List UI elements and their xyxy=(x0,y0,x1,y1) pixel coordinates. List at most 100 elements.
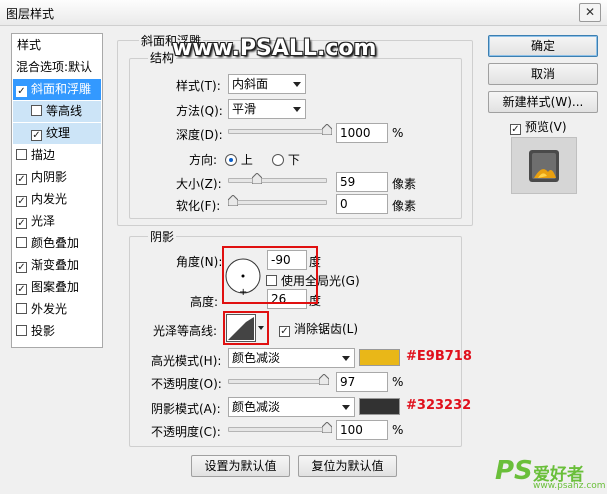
opacity1-slider[interactable] xyxy=(228,379,327,384)
direction-down-label: 下 xyxy=(287,153,300,167)
opacity1-slider-thumb[interactable] xyxy=(319,374,329,385)
preview-checkbox[interactable]: ✓ xyxy=(510,124,521,135)
highlight-color-swatch[interactable] xyxy=(359,349,400,366)
style-checkbox[interactable] xyxy=(16,303,27,314)
style-checkbox[interactable] xyxy=(31,105,42,116)
chevron-down-icon xyxy=(342,405,350,410)
style-list-item[interactable]: ✓ 内阴影 xyxy=(13,167,101,188)
size-input[interactable]: 59 xyxy=(336,172,388,192)
direction-up-label: 上 xyxy=(240,153,253,167)
size-label: 大小(Z): xyxy=(176,177,222,191)
style-list-item-label: 混合选项:默认 xyxy=(16,60,93,74)
preview-option[interactable]: ✓ 预览(V) xyxy=(510,118,567,135)
style-list-item[interactable]: 混合选项:默认 xyxy=(13,57,101,78)
window-title: 图层样式 xyxy=(6,7,55,21)
depth-slider[interactable] xyxy=(228,129,327,134)
reset-default-button[interactable]: 复位为默认值 xyxy=(298,455,397,477)
chevron-down-icon xyxy=(342,356,350,361)
anti-alias-checkbox[interactable]: ✓ xyxy=(279,326,290,337)
style-list-item-label: 投影 xyxy=(31,324,56,338)
opacity1-label: 不透明度(O): xyxy=(151,377,222,391)
style-list: 样式 混合选项:默认 ✓ 斜面和浮雕 等高线 ✓ 纹理 描边 ✓ 内阴影 ✓ 内发光 ✓ 光泽 颜色叠加 ✓… xyxy=(11,33,103,348)
style-list-item[interactable]: ✓ 光泽 xyxy=(13,211,101,232)
method-select[interactable]: 平滑 xyxy=(228,99,306,119)
new-style-button[interactable]: 新建样式(W)... xyxy=(488,91,598,113)
style-list-item[interactable]: 投影 xyxy=(13,321,101,342)
opacity1-input[interactable]: 97 xyxy=(336,372,388,392)
style-checkbox[interactable]: ✓ xyxy=(16,284,27,295)
style-checkbox[interactable]: ✓ xyxy=(16,262,27,273)
style-checkbox[interactable]: ✓ xyxy=(16,174,27,185)
depth-label: 深度(D): xyxy=(176,128,223,142)
soften-input[interactable]: 0 xyxy=(336,194,388,214)
style-checkbox[interactable]: ✓ xyxy=(16,218,27,229)
style-select[interactable]: 内斜面 xyxy=(228,74,306,94)
anti-alias-label: 消除锯齿(L) xyxy=(294,322,359,336)
style-list-item-label: 颜色叠加 xyxy=(31,236,80,250)
soften-unit: 像素 xyxy=(392,199,417,213)
opacity2-input[interactable]: 100 xyxy=(336,420,388,440)
style-list-item-label: 光泽 xyxy=(31,214,56,228)
style-checkbox[interactable]: ✓ xyxy=(31,130,42,141)
opacity1-unit: % xyxy=(392,375,404,389)
style-list-item[interactable]: ✓ 图案叠加 xyxy=(13,277,101,298)
radio-down[interactable] xyxy=(272,154,284,166)
preview-label: 预览(V) xyxy=(525,120,567,134)
soften-slider[interactable] xyxy=(228,200,327,205)
method-select-value: 平滑 xyxy=(232,102,257,116)
direction-down-option[interactable]: 下 xyxy=(272,151,300,168)
style-list-item[interactable]: ✓ 纹理 xyxy=(13,123,101,144)
shadow-color-swatch[interactable] xyxy=(359,398,400,415)
style-list-item[interactable]: ✓ 斜面和浮雕 xyxy=(13,79,101,100)
depth-input[interactable]: 1000 xyxy=(336,123,388,143)
preview-image xyxy=(512,138,576,193)
size-slider-thumb[interactable] xyxy=(252,173,262,184)
angle-label: 角度(N): xyxy=(176,255,223,269)
style-list-item-label: 图案叠加 xyxy=(31,280,80,294)
style-label: 样式(T): xyxy=(176,79,221,93)
style-list-item-label: 等高线 xyxy=(46,104,83,118)
style-list-item[interactable]: 外发光 xyxy=(13,299,101,320)
title-bar: 图层样式 ✕ xyxy=(0,0,607,26)
cancel-button[interactable]: 取消 xyxy=(488,63,598,85)
style-list-header[interactable]: 样式 xyxy=(13,35,101,56)
size-slider[interactable] xyxy=(228,178,327,183)
radio-up[interactable] xyxy=(225,154,237,166)
direction-up-option[interactable]: 上 xyxy=(225,151,253,168)
style-checkbox[interactable] xyxy=(16,237,27,248)
set-default-button[interactable]: 设置为默认值 xyxy=(191,455,290,477)
highlight-box-angle xyxy=(222,246,318,304)
watermark-text: www.PSALL.com xyxy=(172,36,377,61)
style-checkbox[interactable]: ✓ xyxy=(16,86,27,97)
anti-alias-option[interactable]: ✓ 消除锯齿(L) xyxy=(279,320,358,337)
logo-ps: PS xyxy=(495,456,533,486)
style-list-item-label: 描边 xyxy=(31,148,56,162)
highlight-hex: #E9B718 xyxy=(406,349,472,364)
gloss-contour-picker[interactable] xyxy=(226,314,266,342)
opacity2-slider-thumb[interactable] xyxy=(322,422,332,433)
style-list-item-label: 渐变叠加 xyxy=(31,258,80,272)
opacity2-slider[interactable] xyxy=(228,427,327,432)
close-button[interactable]: ✕ xyxy=(579,3,601,22)
style-list-item[interactable]: 描边 xyxy=(13,145,101,166)
highlight-mode-select[interactable]: 颜色减淡 xyxy=(228,348,355,368)
shadow-mode-value: 颜色减淡 xyxy=(232,400,281,414)
style-checkbox[interactable] xyxy=(16,325,27,336)
depth-slider-thumb[interactable] xyxy=(322,124,332,135)
shadow-mode-label: 阴影模式(A): xyxy=(151,402,221,416)
soften-label: 软化(F): xyxy=(176,199,221,213)
style-checkbox[interactable] xyxy=(16,149,27,160)
opacity2-label: 不透明度(C): xyxy=(151,425,221,439)
shadow-mode-select[interactable]: 颜色减淡 xyxy=(228,397,355,417)
style-list-item-label: 内发光 xyxy=(31,192,68,206)
style-select-value: 内斜面 xyxy=(232,77,269,91)
soften-slider-thumb[interactable] xyxy=(228,195,238,206)
style-list-item[interactable]: ✓ 内发光 xyxy=(13,189,101,210)
ok-button[interactable]: 确定 xyxy=(488,35,598,57)
style-list-item[interactable]: 等高线 xyxy=(13,101,101,122)
direction-label: 方向: xyxy=(189,153,218,167)
style-list-item[interactable]: ✓ 渐变叠加 xyxy=(13,255,101,276)
style-list-item[interactable]: 颜色叠加 xyxy=(13,233,101,254)
size-unit: 像素 xyxy=(392,177,417,191)
style-checkbox[interactable]: ✓ xyxy=(16,196,27,207)
